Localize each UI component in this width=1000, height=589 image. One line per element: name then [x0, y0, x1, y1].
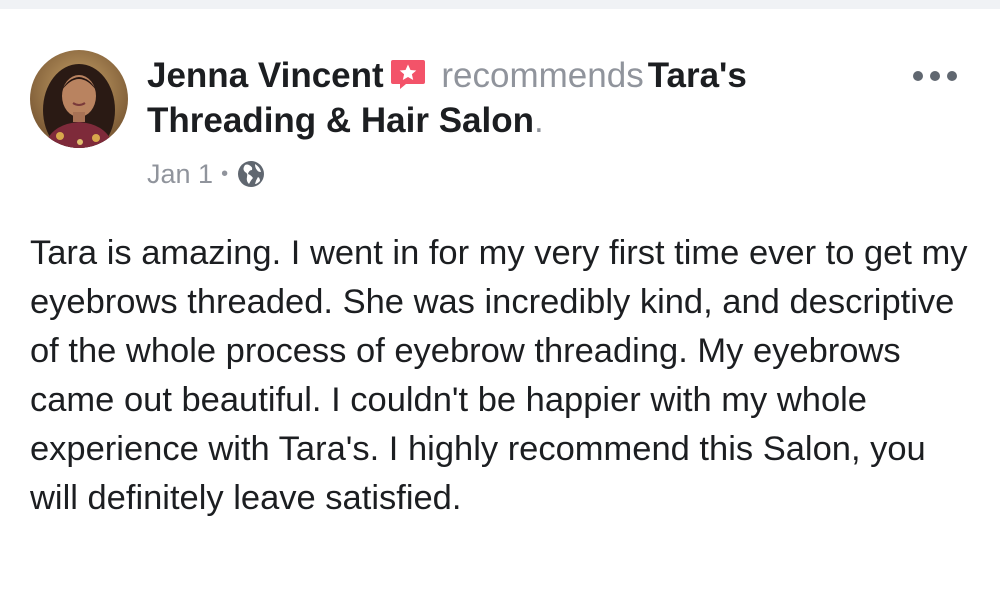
avatar-photo — [30, 50, 128, 148]
post-header: Jenna Vincent recommends Tara's Threading… — [147, 53, 847, 143]
more-options-icon — [913, 71, 923, 81]
sentence-period: . — [534, 101, 544, 140]
privacy-globe-button[interactable] — [236, 159, 266, 189]
meta-separator: • — [221, 162, 229, 185]
post-body-text: Tara is amazing. I went in for my very f… — [30, 234, 968, 517]
recommendation-post: Jenna Vincent recommends Tara's Threading… — [0, 9, 1000, 589]
action-verb: recommends — [441, 56, 644, 95]
author-name-link[interactable]: Jenna Vincent — [147, 56, 384, 95]
post-date-link[interactable]: Jan 1 — [147, 159, 213, 190]
recommendation-badge-icon — [390, 56, 426, 89]
post-meta: Jan 1 • — [147, 154, 266, 194]
avatar[interactable] — [30, 50, 128, 148]
more-options-button[interactable] — [913, 64, 957, 88]
feed-divider — [0, 0, 1000, 9]
globe-icon — [238, 161, 265, 187]
